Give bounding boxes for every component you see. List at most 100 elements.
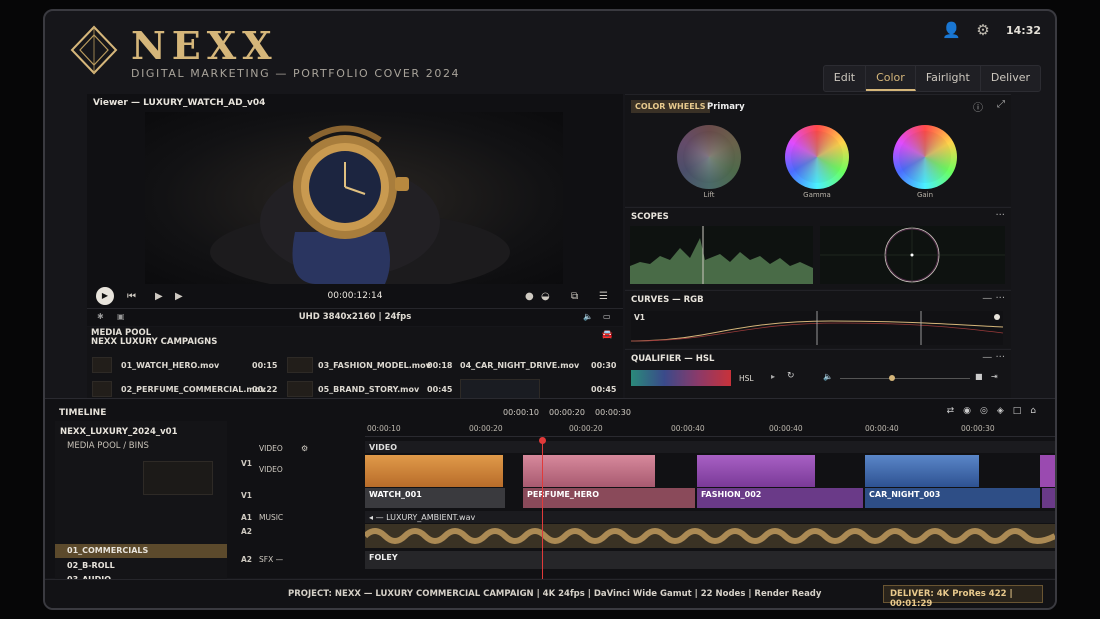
clip-thumb[interactable] [287, 381, 313, 397]
tab-fairlight[interactable]: Fairlight [916, 66, 981, 91]
speaker-icon[interactable]: 🔈 [823, 372, 833, 381]
clock: 14:32 [1005, 23, 1041, 37]
viewer-title: Viewer — LUXURY_WATCH_AD_v04 [93, 98, 266, 108]
timeline-ruler[interactable]: 00:00:10 00:00:20 00:00:20 00:00:40 00:0… [365, 421, 1055, 437]
compare-icon[interactable]: ⧉ [571, 291, 578, 302]
qualifier-menu-icon[interactable]: — ··· [982, 352, 1005, 363]
timeline-mark: 00:00:10 [503, 408, 539, 417]
menu-icon[interactable]: ☰ [599, 291, 608, 302]
status-bar: PROJECT: NEXX — LUXURY COMMERCIAL CAMPAI… [45, 579, 1055, 608]
tab-deliver[interactable]: Deliver [981, 66, 1040, 91]
timeline-mark: 00:00:20 [549, 408, 585, 417]
clip-thumb-car[interactable] [460, 379, 540, 399]
clip-thumb[interactable] [92, 357, 112, 373]
clip-thumb[interactable] [287, 357, 313, 373]
timeline-project: NEXX_LUXURY_2024_v01 [60, 427, 178, 437]
curves-title: CURVES — RGB [631, 295, 704, 305]
timeline-clip-watch[interactable]: WATCH_001 [365, 488, 505, 508]
tab-color-wheels[interactable]: COLOR WHEELS [631, 100, 710, 113]
app-window: NEXX DIGITAL MARKETING — PORTFOLIO COVER… [43, 9, 1057, 610]
timeline-mark: 00:00:30 [595, 408, 631, 417]
clip-duration: 00:22 [252, 385, 278, 394]
video-lane-label: VIDEO [365, 441, 1055, 453]
timeline-panel: TIMELINE 00:00:10 00:00:20 00:00:30 ⇄◉◎◈… [45, 398, 1055, 584]
timeline-clip-car[interactable]: CAR_NIGHT_003 [865, 488, 1040, 508]
slider-handle[interactable] [889, 375, 895, 381]
curves-panel: CURVES — RGB — ··· V1 [625, 290, 1011, 348]
lift-label: Lift [703, 191, 715, 199]
arrow-icon[interactable]: ▸ [771, 372, 775, 381]
media-pool-bin: NEXX LUXURY CAMPAIGNS [91, 337, 218, 347]
brand-subtitle: DIGITAL MARKETING — PORTFOLIO COVER 2024 [131, 67, 461, 80]
playhead[interactable] [542, 439, 543, 581]
music-clip-label: ◂ — LUXURY_AMBIENT.wav [365, 511, 1055, 523]
tab-color[interactable]: Color [866, 66, 916, 91]
viewer-panel: Viewer — LUXURY_WATCH_AD_v04 ▶ ⏮ ▶ ▶ 00:… [87, 94, 623, 326]
music-waveform[interactable] [365, 524, 1055, 548]
clip-duration: 00:45 [591, 385, 617, 394]
bins-label: MEDIA POOL / BINS [67, 441, 149, 451]
lift-wheel[interactable] [677, 125, 741, 189]
playhead-handle[interactable] [539, 437, 546, 444]
clip-duration: 00:18 [427, 361, 453, 370]
qualifier-panel: QUALIFIER — HSL — ··· HSL ▸ ↻ 🔈 ■ ⇥ [625, 349, 1011, 399]
timeline-clip-extra[interactable] [1042, 488, 1055, 508]
clip-duration: 00:15 [252, 361, 278, 370]
curves-menu-icon[interactable]: — ··· [982, 293, 1005, 304]
clip-duration: 00:45 [427, 385, 453, 394]
viewer-footer: ✱ ▣ UHD 3840x2160 | 24fps 🔈 ▭ [87, 308, 623, 326]
clip-thumb[interactable] [92, 381, 112, 397]
gamma-wheel[interactable] [785, 125, 849, 189]
bin-commercials[interactable]: 01_COMMERCIALS [55, 544, 227, 558]
clip-name[interactable]: 01_WATCH_HERO.mov [121, 361, 219, 370]
ruler-label: 00:00:30 [961, 424, 995, 433]
vectorscope [820, 226, 1005, 284]
timeline-clip-fashion[interactable]: FASHION_002 [697, 488, 863, 508]
fullscreen-icon[interactable]: ▭ [603, 312, 611, 321]
qualifier-mode: HSL [739, 374, 754, 383]
curves-graph[interactable]: V1 [631, 311, 1003, 345]
clip-thumb-fashion[interactable] [697, 455, 815, 487]
car-icon[interactable]: 🚘 [602, 330, 613, 340]
gain-wheel[interactable] [893, 125, 957, 189]
gain-label: Gain [916, 191, 934, 199]
clip-thumb-watch[interactable] [365, 455, 503, 487]
qualifier-slider[interactable] [840, 378, 970, 379]
clip-name[interactable]: 05_BRAND_STORY.mov [318, 385, 419, 394]
clip-name[interactable]: 04_CAR_NIGHT_DRIVE.mov [460, 361, 579, 370]
nav-icon[interactable]: ⇥ [991, 372, 998, 381]
bin-b-roll[interactable]: 02_B-ROLL [55, 559, 227, 573]
tab-edit[interactable]: Edit [824, 66, 867, 91]
ruler-label: 00:00:40 [769, 424, 803, 433]
overlay-icon[interactable]: ◒ [541, 291, 550, 302]
wheels-mode[interactable]: Primary [707, 102, 745, 112]
ruler-label: 00:00:40 [671, 424, 705, 433]
media-pool: MEDIA POOL NEXX LUXURY CAMPAIGNS 🚘 01_WA… [87, 327, 623, 399]
stop-icon[interactable]: ■ [975, 372, 983, 381]
ruler-label: 00:00:10 [367, 424, 401, 433]
watch-image [210, 125, 510, 284]
sfx-clip[interactable]: FOLEY [365, 551, 1055, 569]
expand-icon[interactable]: ⤢ [997, 99, 1005, 110]
ruler-label: 00:00:40 [865, 424, 899, 433]
ruler-label: 00:00:20 [469, 424, 503, 433]
timeline-tools[interactable]: ⇄◉◎◈□⌂ [947, 406, 1045, 416]
clip-name[interactable]: 03_FASHION_MODEL.mov [318, 361, 431, 370]
volume-icon[interactable]: 🔈 [583, 312, 593, 321]
user-settings-icon[interactable]: 👤 [942, 21, 961, 39]
more-icon[interactable]: ··· [995, 210, 1005, 221]
record-dot-icon[interactable]: ● [525, 291, 534, 302]
top-bar: 👤 ⚙ 14:32 [942, 21, 1041, 39]
timeline-left-panel: NEXX_LUXURY_2024_v01 MEDIA POOL / BINS 0… [55, 421, 227, 584]
refresh-icon[interactable]: ↻ [787, 371, 795, 381]
clip-thumb-car[interactable] [865, 455, 979, 487]
bin-thumbnail[interactable] [143, 461, 213, 495]
info-icon[interactable]: ⓘ [973, 99, 983, 114]
clip-thumb-extra[interactable] [1040, 455, 1055, 487]
viewer-frame[interactable] [145, 112, 563, 284]
deliver-badge[interactable]: DELIVER: 4K ProRes 422 | 00:01:29 [883, 585, 1043, 608]
hue-gradient[interactable] [631, 370, 731, 386]
gear-icon[interactable]: ⚙ [974, 21, 992, 39]
clip-name[interactable]: 02_PERFUME_COMMERCIAL.mov [121, 385, 265, 394]
timeline-clip-perfume[interactable]: PERFUME_HERO [523, 488, 695, 508]
